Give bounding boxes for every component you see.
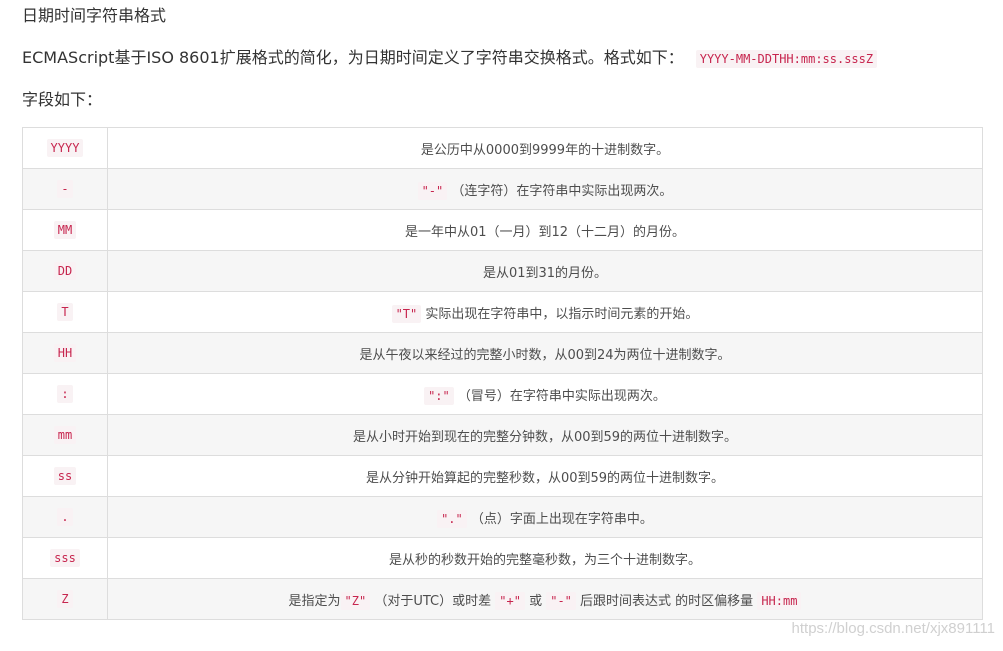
field-key: T: [57, 302, 73, 321]
field-key: -: [57, 179, 73, 198]
field-key-cell: .: [22, 496, 108, 538]
field-key-cell: :: [22, 373, 108, 415]
description-text: 是从01到31的月份。: [482, 265, 608, 281]
field-key: mm: [53, 425, 77, 444]
field-key-cell: sss: [22, 537, 108, 579]
table-row: MM 是一年中从01（一月）到12（十二月）的月份。: [22, 209, 983, 251]
field-description-cell: 是从秒的秒数开始的完整毫秒数，为三个十进制数字。: [107, 537, 983, 579]
field-description-cell: 是从01到31的月份。: [107, 250, 983, 292]
table-row: Z 是指定为 "Z" （对于UTC）或时差 "+" 或 "-" 后跟时间表达式 的时…: [22, 578, 983, 620]
field-description-cell: 是从午夜以来经过的完整小时数，从00到24为两位十进制数字。: [107, 332, 983, 374]
field-key: Z: [57, 589, 73, 608]
table-row: - "-" （连字符）在字符串中实际出现两次。: [22, 168, 983, 210]
field-key-cell: MM: [22, 209, 108, 251]
table-row: . "." （点）字面上出现在字符串中。: [22, 496, 983, 538]
description-text: 后跟时间表达式 的时区偏移量: [575, 593, 758, 609]
description-text: 或: [524, 593, 547, 609]
table-row: mm 是从小时开始到现在的完整分钟数，从00到59的两位十进制数字。: [22, 414, 983, 456]
table-row: : ":" （冒号）在字符串中实际出现两次。: [22, 373, 983, 415]
field-key: HH: [53, 343, 77, 362]
table-row: DD 是从01到31的月份。: [22, 250, 983, 292]
field-key-cell: T: [22, 291, 108, 333]
field-description-cell: "T" 实际出现在字符串中，以指示时间元素的开始。: [107, 291, 983, 333]
description-text: 是从分钟开始算起的完整秒数，从00到59的两位十进制数字。: [365, 470, 725, 486]
description-text: （连字符）在字符串中实际出现两次。: [447, 183, 673, 199]
field-key: ss: [53, 466, 77, 485]
field-key-cell: HH: [22, 332, 108, 374]
description-code: "T": [391, 304, 422, 323]
format-code: YYYY-MM-DDTHH:mm:ss.sssZ: [695, 50, 878, 68]
field-description-cell: 是从小时开始到现在的完整分钟数，从00到59的两位十进制数字。: [107, 414, 983, 456]
field-key: :: [57, 384, 73, 403]
field-key: MM: [53, 220, 77, 239]
description-text: 是从午夜以来经过的完整小时数，从00到24为两位十进制数字。: [359, 347, 731, 363]
table-row: sss 是从秒的秒数开始的完整毫秒数，为三个十进制数字。: [22, 537, 983, 579]
field-description-cell: 是一年中从01（一月）到12（十二月）的月份。: [107, 209, 983, 251]
description-code: "Z": [340, 591, 371, 610]
table-row: ss 是从分钟开始算起的完整秒数，从00到59的两位十进制数字。: [22, 455, 983, 497]
description-text: 是从秒的秒数开始的完整毫秒数，为三个十进制数字。: [388, 552, 701, 568]
field-key-cell: Z: [22, 578, 108, 620]
field-key: DD: [53, 261, 77, 280]
description-code: ".": [437, 509, 467, 528]
table-row: T "T" 实际出现在字符串中，以指示时间元素的开始。: [22, 291, 983, 333]
description-text: （冒号）在字符串中实际出现两次。: [453, 388, 666, 404]
table-row: HH 是从午夜以来经过的完整小时数，从00到24为两位十进制数字。: [22, 332, 983, 374]
field-description-cell: 是从分钟开始算起的完整秒数，从00到59的两位十进制数字。: [107, 455, 983, 497]
fields-label: 字段如下：: [22, 90, 103, 109]
description-code: ":": [424, 386, 454, 405]
field-description-cell: "-" （连字符）在字符串中实际出现两次。: [107, 168, 983, 210]
description-text: （对于UTC）或时差: [370, 593, 496, 609]
field-description-cell: "." （点）字面上出现在字符串中。: [107, 496, 983, 538]
description-text: 是从小时开始到现在的完整分钟数，从00到59的两位十进制数字。: [352, 429, 738, 445]
description-code: HH:mm: [757, 591, 802, 610]
field-key-cell: YYYY: [22, 127, 108, 169]
description-code: "+": [495, 591, 525, 610]
watermark: https://blog.csdn.net/xjx891111: [791, 620, 995, 637]
fields-table: YYYY 是公历中从0000到9999年的十进制数字。 - "-" （连字符）在字符串…: [22, 127, 983, 620]
page-title: 日期时间字符串格式: [22, 6, 167, 25]
description-code: "-": [546, 591, 576, 610]
field-key-cell: DD: [22, 250, 108, 292]
field-description-cell: 是指定为 "Z" （对于UTC）或时差 "+" 或 "-" 后跟时间表达式 的时区…: [107, 578, 983, 620]
field-key: sss: [50, 548, 80, 567]
description-text: 是一年中从01（一月）到12（十二月）的月份。: [404, 224, 686, 240]
description-code: "-": [417, 181, 448, 200]
fields-table-body: YYYY 是公历中从0000到9999年的十进制数字。 - "-" （连字符）在字符串…: [22, 127, 983, 620]
intro-text: ECMAScript基于ISO 8601扩展格式的简化，为日期时间定义了字符串交…: [22, 48, 684, 67]
intro-paragraph: ECMAScript基于ISO 8601扩展格式的简化，为日期时间定义了字符串交…: [22, 45, 878, 72]
field-key-cell: -: [22, 168, 108, 210]
field-key-cell: mm: [22, 414, 108, 456]
field-key: .: [57, 507, 73, 526]
field-key: YYYY: [46, 138, 84, 157]
field-description-cell: 是公历中从0000到9999年的十进制数字。: [107, 127, 983, 169]
table-row: YYYY 是公历中从0000到9999年的十进制数字。: [22, 127, 983, 169]
field-key-cell: ss: [22, 455, 108, 497]
description-text: （点）字面上出现在字符串中。: [466, 511, 653, 527]
description-text: 是指定为: [288, 593, 341, 609]
field-description-cell: ":" （冒号）在字符串中实际出现两次。: [107, 373, 983, 415]
description-text: 实际出现在字符串中，以指示时间元素的开始。: [421, 306, 699, 322]
description-text: 是公历中从0000到9999年的十进制数字。: [420, 142, 670, 158]
